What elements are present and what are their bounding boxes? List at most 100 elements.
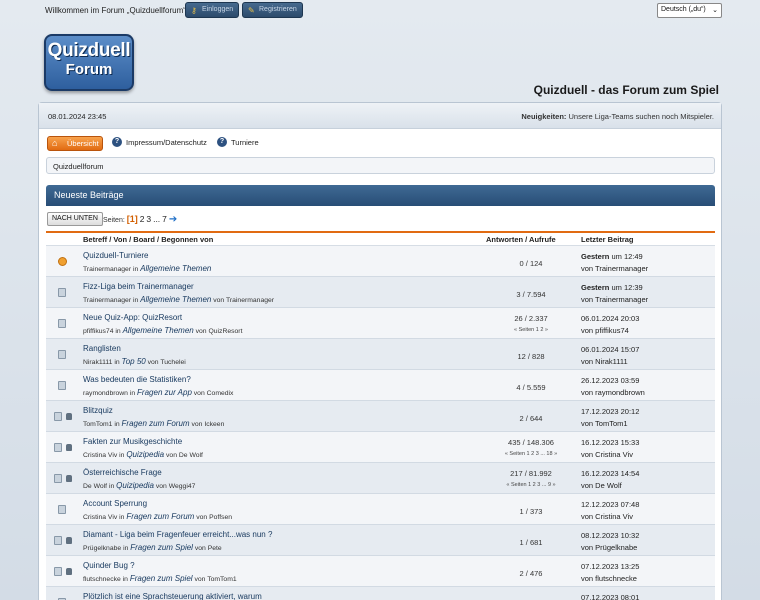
- breadcrumb: Quizduellforum: [46, 157, 715, 174]
- topic-pages[interactable]: « Seiten 1 2 3 ... 9 »: [466, 482, 596, 488]
- topic-title[interactable]: Diamant - Liga beim Fragenfeuer erreicht…: [83, 530, 272, 539]
- page-link-2[interactable]: 2: [140, 214, 145, 224]
- page-current: [1]: [126, 214, 138, 224]
- topic-starter[interactable]: De Wolf: [179, 452, 203, 459]
- topic-starter[interactable]: QuizResort: [208, 328, 242, 335]
- last-post-date[interactable]: 16.12.2023 14:54: [581, 469, 639, 478]
- board-link[interactable]: Allgemeine Themen: [123, 326, 194, 335]
- last-poster[interactable]: Trainermanager: [83, 266, 131, 273]
- last-post-author[interactable]: von Trainermanager: [581, 295, 648, 304]
- board-link[interactable]: Allgemeine Themen: [140, 295, 211, 304]
- last-poster[interactable]: De Wolf: [83, 483, 107, 490]
- forum-logo[interactable]: Quizduell Forum: [44, 34, 134, 91]
- last-poster[interactable]: raymondbrown: [83, 390, 128, 397]
- last-post-author[interactable]: von De Wolf: [581, 481, 622, 490]
- topic-title[interactable]: Quinder Bug ?: [83, 561, 135, 570]
- topic-title[interactable]: Quizduell-Turniere: [83, 251, 149, 260]
- board-link[interactable]: Fragen zum Forum: [122, 419, 190, 428]
- topic-meta: Cristina Viv in Fragen zum Forum von Pof…: [83, 512, 232, 521]
- topic-title[interactable]: Blitzquiz: [83, 406, 113, 415]
- last-post-author[interactable]: von flutschnecke: [581, 574, 637, 583]
- last-post-author[interactable]: von Cristina Viv: [581, 450, 633, 459]
- last-post-date[interactable]: 12.12.2023 07:48: [581, 500, 639, 509]
- topic-title[interactable]: Ranglisten: [83, 344, 121, 353]
- board-link[interactable]: Fragen zum Spiel: [130, 543, 193, 552]
- last-poster[interactable]: pfiffikus74: [83, 328, 113, 335]
- topic-starter[interactable]: Weggi47: [169, 483, 196, 490]
- topic-starter[interactable]: TomTom1: [207, 576, 236, 583]
- last-post-date[interactable]: 16.12.2023 15:33: [581, 438, 639, 447]
- last-post-author[interactable]: von Cristina Viv: [581, 512, 633, 521]
- last-post-author[interactable]: von raymondbrown: [581, 388, 645, 397]
- register-button[interactable]: ✎ Registrieren: [242, 2, 303, 18]
- topic-starter[interactable]: Ickeen: [204, 421, 224, 428]
- last-post-author[interactable]: von TomTom1: [581, 419, 628, 428]
- breadcrumb-link[interactable]: Quizduellforum: [53, 162, 103, 171]
- last-poster[interactable]: flutschnecke: [83, 576, 121, 583]
- topic-title[interactable]: Neue Quiz-App: QuizResort: [83, 313, 182, 322]
- next-page-arrow-icon[interactable]: ➔: [169, 214, 177, 225]
- col-last-post[interactable]: Letzter Beitrag: [581, 235, 634, 244]
- topic-title[interactable]: Account Sperrung: [83, 499, 147, 508]
- menu-turniere[interactable]: ? Turniere: [217, 137, 259, 147]
- last-poster[interactable]: Trainermanager: [83, 297, 131, 304]
- logo-line2: Forum: [65, 61, 113, 78]
- topic-title[interactable]: Fizz-Liga beim Trainermanager: [83, 282, 194, 291]
- go-down-button[interactable]: NACH UNTEN: [47, 212, 103, 226]
- replies-views: 2 / 644: [519, 414, 543, 423]
- topic-icon: [54, 474, 62, 483]
- last-post-date[interactable]: 08.12.2023 10:32: [581, 531, 639, 540]
- last-post-day: Gestern: [581, 252, 610, 261]
- topic-starter[interactable]: Poffsen: [209, 514, 232, 521]
- last-post-date[interactable]: 26.12.2023 03:59: [581, 376, 639, 385]
- last-post-date[interactable]: Gestern um 12:39: [581, 283, 643, 292]
- last-post-author[interactable]: von pfiffikus74: [581, 326, 629, 335]
- last-post-author[interactable]: von Nirak1111: [581, 357, 628, 366]
- board-link[interactable]: Fragen zur App: [137, 388, 192, 397]
- board-link[interactable]: Fragen zum Forum: [126, 512, 194, 521]
- language-select[interactable]: Deutsch („du“) ⌄: [657, 3, 722, 18]
- last-post-date[interactable]: 06.01.2024 15:07: [581, 345, 639, 354]
- replies-views: 12 / 828: [517, 352, 545, 361]
- topic-pages[interactable]: « Seiten 1 2 »: [466, 327, 596, 333]
- login-button[interactable]: ⚷ Einloggen: [185, 2, 240, 18]
- von-word: von: [194, 576, 206, 583]
- board-link[interactable]: Allgemeine Themen: [140, 264, 211, 273]
- topic-starter[interactable]: Pete: [208, 545, 222, 552]
- last-post-day: 06.01.2024 20:03: [581, 314, 640, 323]
- login-label: Einloggen: [202, 6, 234, 13]
- page-link-7[interactable]: 7: [162, 214, 167, 224]
- table-row: Fizz-Liga beim Trainermanager Trainermana…: [46, 277, 715, 308]
- last-poster[interactable]: Prügelknabe: [83, 545, 121, 552]
- topic-title[interactable]: Fakten zur Musikgeschichte: [83, 437, 182, 446]
- menu-impressum[interactable]: ? Impressum/Datenschutz: [112, 137, 207, 147]
- col-stats[interactable]: Antworten / Aufrufe: [486, 235, 556, 244]
- page-link-3[interactable]: 3: [146, 214, 151, 224]
- board-link[interactable]: Quizipedia: [116, 481, 154, 490]
- topic-title[interactable]: Was bedeuten die Statistiken?: [83, 375, 191, 384]
- col-topic[interactable]: Betreff / Von / Board / Begonnen von: [83, 235, 213, 244]
- last-post-author[interactable]: von Prügelknabe: [581, 543, 637, 552]
- topic-starter[interactable]: Tuchelei: [160, 359, 185, 366]
- last-poster[interactable]: Cristina Viv: [83, 514, 117, 521]
- topic-icon: [54, 412, 62, 421]
- last-poster[interactable]: Cristina Viv: [83, 452, 117, 459]
- last-post-date[interactable]: Gestern um 12:49: [581, 252, 643, 261]
- board-link[interactable]: Top 50: [122, 357, 146, 366]
- last-post-date[interactable]: 17.12.2023 20:12: [581, 407, 639, 416]
- in-word: in: [123, 545, 129, 552]
- topic-starter[interactable]: Comedix: [207, 390, 234, 397]
- board-link[interactable]: Fragen zum Spiel: [130, 574, 193, 583]
- last-post-date[interactable]: 06.01.2024 20:03: [581, 314, 639, 323]
- menu-home-button[interactable]: ⌂ Übersicht: [47, 136, 103, 151]
- topic-title[interactable]: Österreichische Frage: [83, 468, 162, 477]
- last-post-author[interactable]: von Trainermanager: [581, 264, 648, 273]
- last-poster[interactable]: Nirak1111: [83, 359, 112, 366]
- topic-pages[interactable]: « Seiten 1 2 3 ... 18 »: [466, 451, 596, 457]
- topic-title[interactable]: Plötzlich ist eine Sprachsteuerung aktiv…: [83, 592, 262, 600]
- last-post-date[interactable]: 07.12.2023 08:01: [581, 593, 639, 600]
- last-poster[interactable]: TomTom1: [83, 421, 112, 428]
- topic-starter[interactable]: Trainermanager: [226, 297, 274, 304]
- last-post-date[interactable]: 07.12.2023 13:25: [581, 562, 639, 571]
- board-link[interactable]: Quizipedia: [126, 450, 164, 459]
